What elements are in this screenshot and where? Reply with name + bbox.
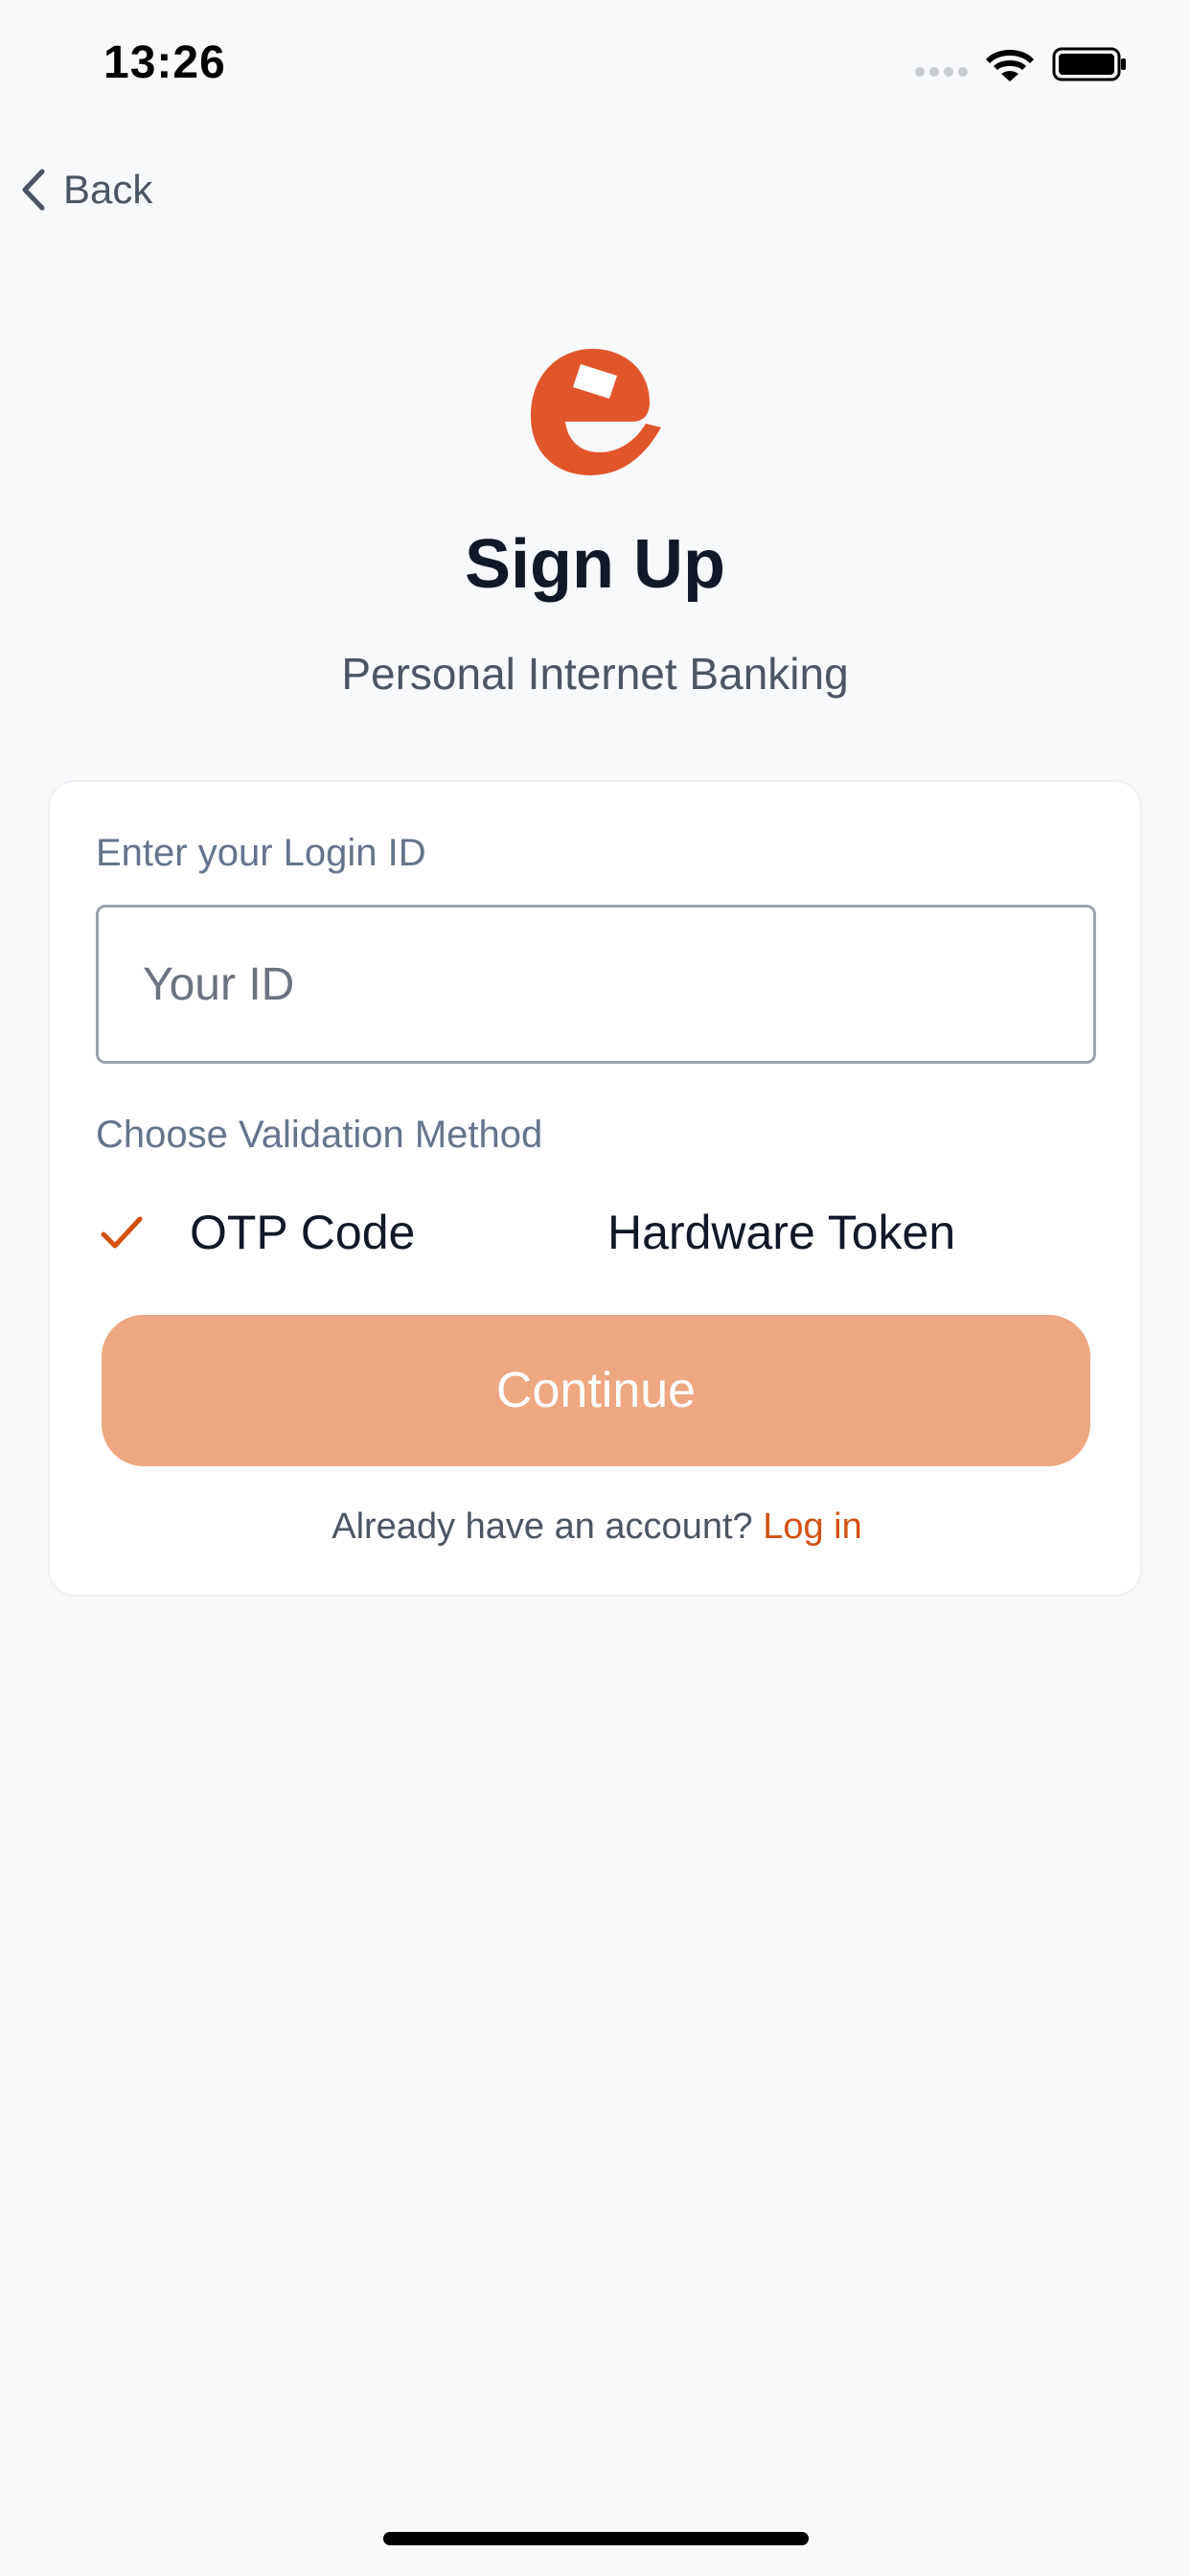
home-indicator[interactable] xyxy=(383,2532,809,2545)
checkmark-icon xyxy=(101,1216,143,1249)
back-button[interactable]: Back xyxy=(17,161,152,218)
login-id-input[interactable] xyxy=(96,905,1096,1064)
battery-icon xyxy=(1052,47,1126,81)
signup-card: Enter your Login ID Choose Validation Me… xyxy=(48,780,1142,1597)
continue-button[interactable]: Continue xyxy=(102,1315,1090,1466)
back-label: Back xyxy=(63,167,153,212)
method-option-label: Hardware Token xyxy=(607,1206,956,1259)
validation-method-label: Choose Validation Method xyxy=(96,1114,543,1156)
page-title: Sign Up xyxy=(465,526,725,603)
wifi-icon xyxy=(986,50,1034,81)
status-bar: 13:26 xyxy=(0,0,1190,134)
page-subtitle: Personal Internet Banking xyxy=(341,649,849,699)
account-prompt-text: Already have an account? xyxy=(332,1506,764,1547)
status-time: 13:26 xyxy=(103,37,226,88)
signup-screen: 13:26 Back Sign Up Personal Internet Ban… xyxy=(0,0,1190,2576)
validation-method-options: OTP Code Hardware Token xyxy=(96,1184,1096,1280)
method-option-label: OTP Code xyxy=(190,1206,416,1259)
chevron-left-icon xyxy=(22,169,45,211)
method-option-otp[interactable]: OTP Code xyxy=(96,1184,415,1280)
login-prompt: Already have an account? Log in xyxy=(50,1506,1144,1548)
login-link[interactable]: Log in xyxy=(763,1506,862,1547)
signal-dots-icon xyxy=(915,67,968,77)
brand-e-logo-icon xyxy=(531,349,661,475)
method-option-hardware-token[interactable]: Hardware Token xyxy=(607,1184,955,1280)
login-id-label: Enter your Login ID xyxy=(96,832,426,874)
